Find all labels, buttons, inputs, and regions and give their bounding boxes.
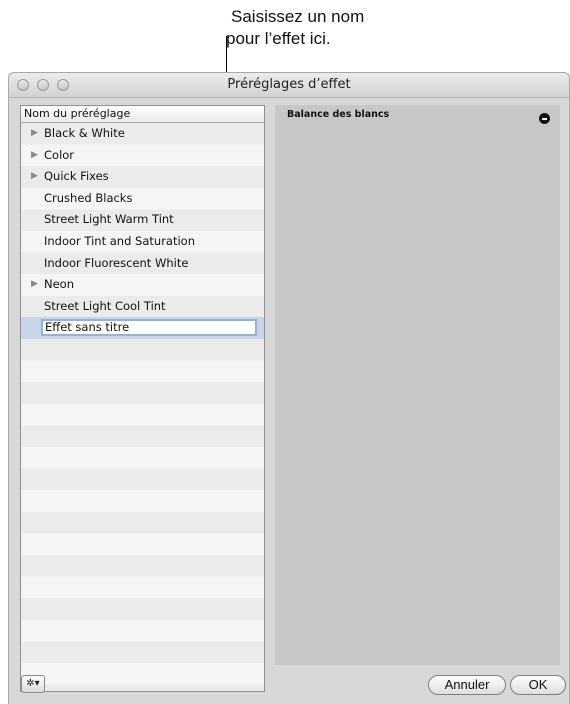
preset-row[interactable]: ▶ Neon bbox=[21, 274, 264, 296]
preset-row-label: Black & White bbox=[44, 126, 125, 140]
ok-button[interactable]: OK bbox=[510, 675, 566, 695]
preset-row[interactable]: ▶ Color bbox=[21, 145, 264, 167]
preset-row[interactable]: Indoor Fluorescent White bbox=[21, 253, 264, 275]
preset-row-label: Indoor Tint and Saturation bbox=[44, 234, 195, 248]
preset-row[interactable]: Street Light Cool Tint bbox=[21, 296, 264, 318]
action-menu-button[interactable]: ✲▾ bbox=[21, 675, 45, 693]
param-label: Balance des blancs bbox=[287, 109, 390, 120]
preset-row[interactable]: ▶ Quick Fixes bbox=[21, 166, 264, 188]
preset-row-label: Color bbox=[44, 147, 75, 162]
preset-row[interactable]: Street Light Warm Tint bbox=[21, 209, 264, 231]
disclosure-triangle-icon[interactable]: ▶ bbox=[31, 166, 38, 188]
preset-row-label: Indoor Fluorescent White bbox=[44, 255, 189, 270]
preset-row[interactable]: ▶ Black & White bbox=[21, 123, 264, 145]
preset-rows: ▶ Black & White ▶ Color ▶ Quick Fixes Crushed … bbox=[21, 123, 264, 691]
window-title: Préréglages d’effet bbox=[227, 77, 351, 92]
preset-row-editing[interactable]: Effet sans titre bbox=[21, 317, 264, 339]
disclosure-triangle-icon[interactable]: ▶ bbox=[31, 123, 38, 145]
disclosure-triangle-icon[interactable]: ▶ bbox=[31, 274, 38, 296]
preset-detail-pane: Balance des blancs bbox=[275, 105, 560, 665]
title-bar[interactable]: Préréglages d’effet bbox=[9, 73, 569, 98]
callout-line-2: pour l’effet ici. bbox=[226, 29, 331, 48]
cancel-button[interactable]: Annuler bbox=[428, 675, 506, 695]
preset-row[interactable]: Indoor Tint and Saturation bbox=[21, 231, 264, 253]
preset-name-input[interactable]: Effet sans titre bbox=[41, 319, 257, 337]
preset-row-label: Street Light Cool Tint bbox=[44, 298, 166, 313]
preset-row-label: Neon bbox=[44, 277, 75, 292]
preset-row[interactable]: Crushed Blacks bbox=[21, 188, 264, 210]
preset-list[interactable]: Nom du préréglage ▶ Black & White ▶ Color ▶ Q… bbox=[20, 105, 265, 692]
callout-line-1: Saisissez un nom bbox=[231, 7, 365, 26]
effect-presets-window: Préréglages d’effet Nom du préréglage ▶ B… bbox=[8, 72, 570, 704]
preset-row-label: Quick Fixes bbox=[44, 169, 109, 184]
preset-row-label: Crushed Blacks bbox=[44, 190, 133, 205]
disclosure-triangle-icon[interactable]: ▶ bbox=[31, 145, 38, 167]
preset-row-label: Street Light Warm Tint bbox=[44, 212, 174, 227]
preset-list-header[interactable]: Nom du préréglage bbox=[21, 106, 264, 123]
remove-param-icon[interactable] bbox=[539, 113, 550, 124]
